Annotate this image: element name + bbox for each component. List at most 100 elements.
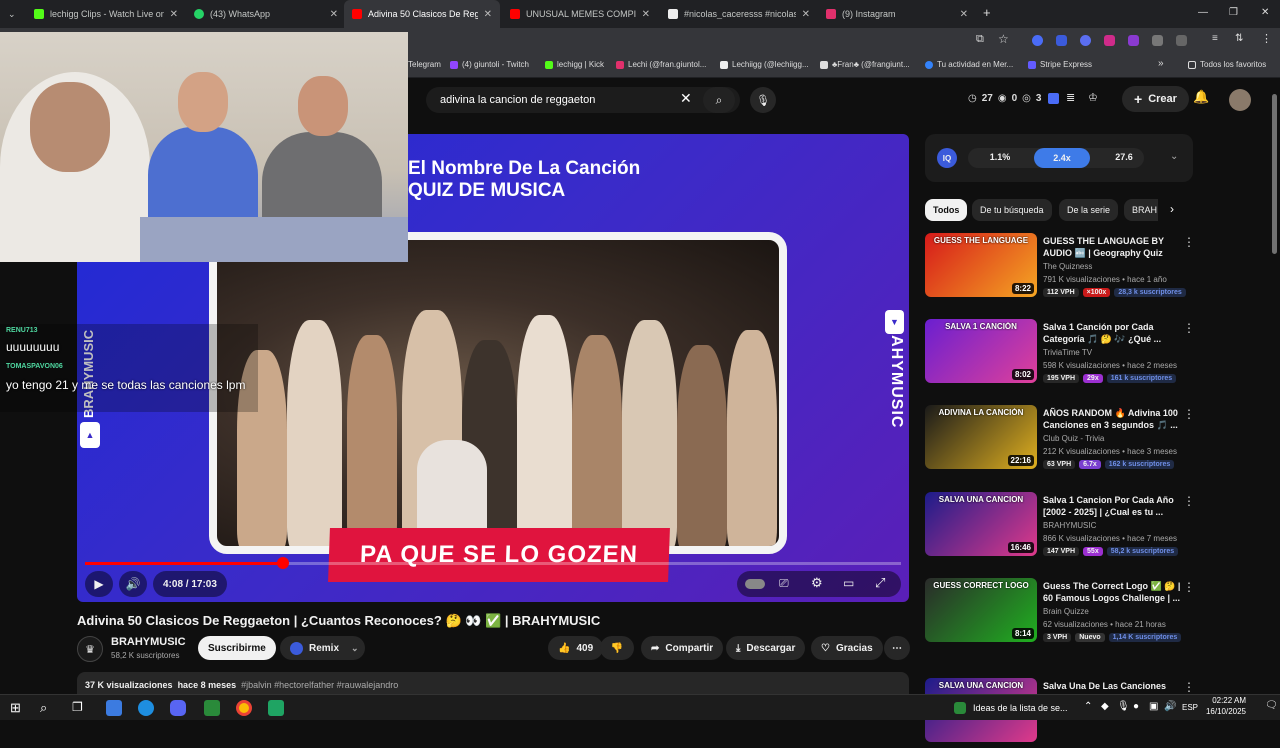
tray-app-icon[interactable]: ◆ (1101, 701, 1109, 712)
close-icon[interactable]: ✕ (960, 9, 968, 20)
fullscreen-icon[interactable]: ⤢ (875, 575, 885, 591)
extension-icon[interactable] (1152, 35, 1163, 46)
extension-icon[interactable] (1104, 35, 1115, 46)
volume-button[interactable]: 🔊 (119, 571, 147, 597)
extension-icon[interactable] (1128, 35, 1139, 46)
progress-scrubber[interactable] (277, 557, 290, 569)
page-scrollbar[interactable] (1272, 94, 1277, 254)
dislike-button[interactable]: 👎 (600, 636, 634, 660)
more-bookmarks-icon[interactable]: » (1158, 58, 1164, 69)
bookmark-twitch[interactable]: (4) giuntoli - Twitch (450, 60, 529, 69)
chip-series[interactable]: De la serie (1059, 199, 1119, 221)
microphone-icon[interactable]: 🎙 (1117, 701, 1130, 712)
bookmark-instagram[interactable]: Lechi (@fran.giuntol... (616, 60, 706, 69)
puzzle-icon[interactable] (1176, 35, 1187, 46)
remix-button[interactable]: Remix ⌄ (280, 636, 365, 660)
kebab-menu-icon[interactable]: ⋮ (1261, 32, 1272, 45)
bookmark-x[interactable]: ♣Fran♣ (@frangiunt... (820, 60, 910, 69)
chip-all[interactable]: Todos (925, 199, 968, 221)
recommended-video[interactable]: GUESS THE LANGUAGE 8:22 GUESS THE LANGUAGE… (925, 233, 1195, 303)
recommended-title[interactable]: Salva Una De Las Canciones (1043, 680, 1181, 692)
search-input[interactable]: adivina la cancion de reggaeton (426, 87, 740, 113)
recommended-title[interactable]: GUESS THE LANGUAGE BY AUDIO 🔤 | Geograph… (1043, 235, 1181, 259)
app-icon[interactable] (204, 700, 220, 716)
new-tab-button[interactable]: + (983, 5, 991, 20)
recommended-title[interactable]: Salva 1 Canción por Cada Categoría 🎵 🤔 🎶… (1043, 321, 1181, 345)
notifications-bell-icon[interactable]: 🔔 (1193, 89, 1209, 105)
tab-instagram[interactable]: (9) Instagram ✕ (818, 0, 976, 28)
chrome-icon[interactable] (236, 700, 252, 716)
download-button[interactable]: ⤓ Descargar (726, 636, 806, 660)
windows-start-icon[interactable]: ⊞ (10, 700, 26, 716)
recommended-channel[interactable]: The Quizness (1043, 262, 1092, 271)
microphone-icon[interactable]: 🎙 (750, 87, 776, 113)
share-button[interactable]: ➦ Compartir (641, 636, 724, 660)
channel-name[interactable]: BRAHYMUSIC (111, 636, 186, 648)
search-icon[interactable]: ⌕ (703, 87, 735, 113)
tab-search-button[interactable]: ⌄ (0, 0, 26, 28)
play-button[interactable]: ▶ (85, 571, 113, 597)
language-indicator[interactable]: ESP (1182, 703, 1198, 712)
recommended-video[interactable]: GUESS CORRECT LOGO 8:14 Guess The Correct … (925, 578, 1195, 648)
tray-chevron-icon[interactable]: ⌃ (1084, 701, 1092, 712)
bookmark-mercadolibre[interactable]: Tu actividad en Mer... (925, 60, 1013, 69)
recommended-title[interactable]: Guess The Correct Logo ✅ 🤔 | 60 Famous L… (1043, 580, 1181, 604)
recommended-video[interactable]: ADIVINA LA CANCIÓN 22:16 AÑOS RANDOM 🔥 Adi… (925, 405, 1195, 475)
close-icon[interactable]: ✕ (642, 9, 650, 20)
star-icon[interactable]: ☆ (998, 32, 1009, 46)
tab-youtube-memes[interactable]: UNUSUAL MEMES COMPILATIO✕ (502, 0, 658, 28)
video-thumbnail[interactable]: SALVA 1 CANCIÓN 8:02 (925, 319, 1037, 383)
chip-channel[interactable]: BRAH (1124, 199, 1158, 221)
subtitles-icon[interactable]: ⎚ (779, 576, 789, 591)
recommended-channel[interactable]: Club Quiz - Trivia (1043, 434, 1104, 443)
more-options-icon[interactable]: ⋮ (1183, 494, 1195, 508)
close-window-icon[interactable]: ✕ (1261, 7, 1269, 18)
tab-whatsapp[interactable]: (43) WhatsApp ✕ (186, 0, 346, 28)
edge-icon[interactable] (138, 700, 154, 716)
discord-icon[interactable] (170, 700, 186, 716)
autoplay-toggle[interactable] (745, 579, 765, 589)
clock-date[interactable]: 16/10/2025 (1200, 707, 1246, 716)
extension-icon[interactable] (1056, 35, 1067, 46)
task-view-icon[interactable]: ❐ (72, 700, 88, 716)
clock-time[interactable]: 02:22 AM (1206, 696, 1246, 705)
restore-icon[interactable]: ❐ (1229, 7, 1238, 18)
settings-gear-icon[interactable]: ⚙ (811, 575, 823, 591)
video-thumbnail[interactable]: ADIVINA LA CANCIÓN 22:16 (925, 405, 1037, 469)
more-actions-button[interactable]: ⋯ (884, 636, 910, 660)
volume-icon[interactable]: 🔊 (1164, 701, 1176, 712)
minimize-icon[interactable]: — (1198, 7, 1208, 18)
chevron-down-icon[interactable]: ⌄ (1170, 151, 1178, 162)
bookmark-telegram[interactable]: Telegram (408, 60, 441, 69)
recommended-channel[interactable]: BRAHYMUSIC (1043, 521, 1096, 530)
hashtags[interactable]: #jbalvin #hectorelfather #rauwalejandro (241, 680, 398, 690)
taskbar-widget[interactable]: Ideas de la lista de se... (973, 703, 1068, 713)
trophy-icon[interactable]: ♔ (1088, 91, 1098, 104)
create-button[interactable]: + Crear (1122, 86, 1189, 112)
bookmark-kick[interactable]: lechigg | Kick (545, 60, 604, 69)
close-icon[interactable]: ✕ (330, 9, 338, 20)
app-icon[interactable] (106, 700, 122, 716)
chip-from-search[interactable]: De tu búsqueda (972, 199, 1052, 221)
tab-kick[interactable]: lechigg Clips - Watch Live on K ✕ (26, 0, 186, 28)
close-icon[interactable]: ✕ (484, 9, 492, 20)
network-icon[interactable]: ▣ (1149, 701, 1158, 712)
video-thumbnail[interactable]: GUESS CORRECT LOGO 8:14 (925, 578, 1037, 642)
tab-youtube-active[interactable]: Adivina 50 Clasicos De Reggae✕ (344, 0, 500, 28)
extension-icon[interactable] (1080, 35, 1091, 46)
tray-app-icon[interactable]: ● (1133, 701, 1139, 712)
close-icon[interactable]: ✕ (802, 9, 810, 20)
subscribe-button[interactable]: Suscribirme (198, 636, 276, 660)
bookmark-stripe[interactable]: Stripe Express (1028, 60, 1092, 69)
recommended-channel[interactable]: TriviaTime TV (1043, 348, 1092, 357)
avatar[interactable] (1229, 89, 1251, 111)
close-icon[interactable]: ✕ (170, 9, 178, 20)
profile-switch-icon[interactable]: ⇅ (1235, 33, 1243, 44)
extension-icon[interactable] (1032, 35, 1043, 46)
recommended-video[interactable]: SALVA 1 CANCIÓN 8:02 Salva 1 Canción por C… (925, 319, 1195, 389)
app-icon[interactable] (268, 700, 284, 716)
more-options-icon[interactable]: ⋮ (1183, 580, 1195, 594)
miniplayer-icon[interactable]: ▭ (843, 576, 854, 590)
list-icon[interactable]: ≣ (1066, 91, 1075, 104)
progress-bar[interactable] (85, 562, 901, 565)
